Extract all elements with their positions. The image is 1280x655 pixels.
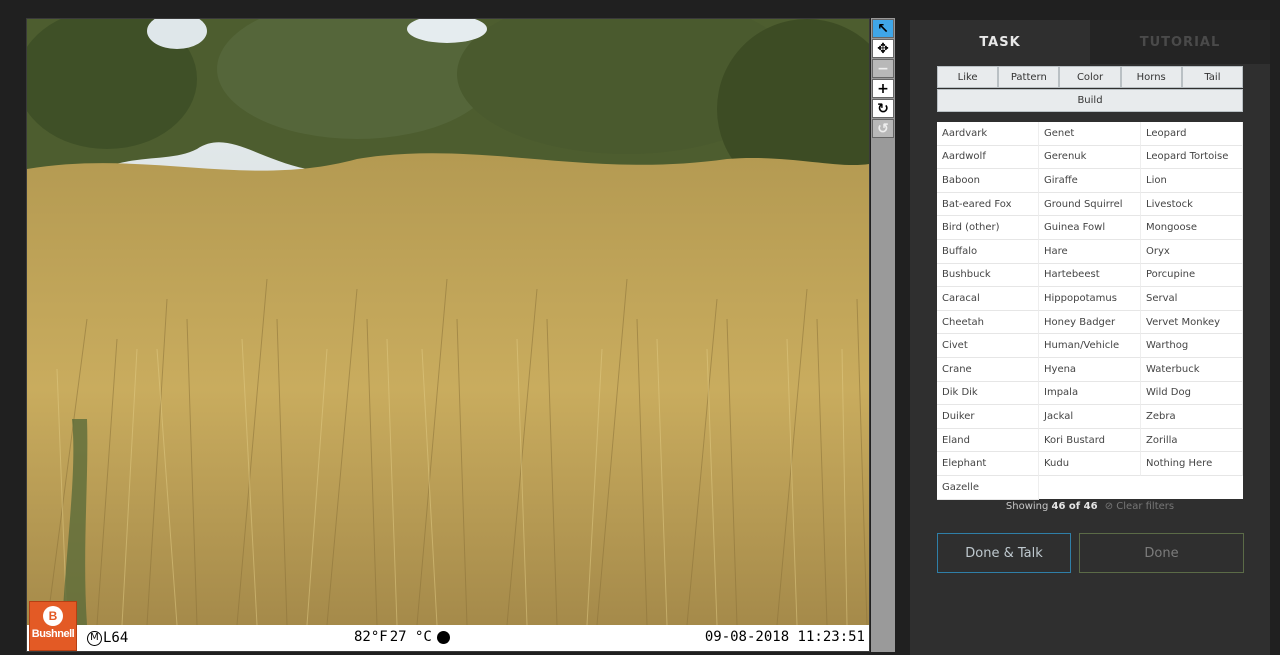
filter-like[interactable]: Like [937, 66, 999, 88]
species-item[interactable]: Buffalo [937, 239, 1039, 264]
species-item[interactable]: Gazelle [937, 475, 1039, 500]
species-item[interactable]: Duiker [937, 405, 1039, 429]
clear-filters-label: Clear filters [1116, 501, 1175, 512]
task-panel: TASK TUTORIAL Like Pattern Color Horns T… [910, 20, 1270, 655]
species-item[interactable]: Guinea Fowl [1039, 216, 1141, 240]
species-item[interactable]: Bat-eared Fox [937, 192, 1039, 217]
zoom-in-icon[interactable]: + [872, 79, 894, 98]
species-list: Aardvark Genet Leopard Aardwolf Gerenuk Leopa… [937, 122, 1243, 500]
species-item[interactable]: Kudu [1039, 452, 1141, 476]
filter-color[interactable]: Color [1059, 66, 1121, 88]
species-item[interactable]: Crane [937, 357, 1039, 382]
filter-status: Showing 46 of 46 ⊘ Clear filters [937, 501, 1243, 512]
status-dot-icon [436, 630, 450, 644]
species-item[interactable]: Nothing Here [1141, 452, 1243, 476]
species-item[interactable]: Hyena [1039, 357, 1141, 382]
species-item[interactable]: Ground Squirrel [1039, 192, 1141, 217]
timestamp: 09-08-2018 11:23:51 [704, 629, 865, 645]
species-item[interactable]: Kori Bustard [1039, 428, 1141, 453]
species-item[interactable]: Elephant [937, 452, 1039, 476]
temp-celsius: 27 °C [389, 629, 432, 645]
viewer-toolbar: ↖ ✥ − + ↻ ↺ [871, 18, 895, 652]
species-item[interactable]: Waterbuck [1141, 357, 1243, 382]
bushnell-emblem-icon: B [43, 606, 63, 626]
species-item[interactable]: Lion [1141, 169, 1243, 193]
species-item[interactable]: Aardwolf [937, 145, 1039, 170]
tab-tutorial[interactable]: TUTORIAL [1090, 20, 1270, 64]
species-item[interactable]: Bird (other) [937, 216, 1039, 240]
camera-info-bar: B Bushnell M L64 82°F 27 °C 09-08-2018 1… [27, 601, 869, 651]
pointer-icon[interactable]: ↖ [872, 19, 894, 38]
showing-count: 46 of 46 [1051, 501, 1098, 512]
species-item[interactable]: Dik Dik [937, 381, 1039, 406]
species-item[interactable]: Hartebeest [1039, 263, 1141, 288]
species-item[interactable]: Wild Dog [1141, 381, 1243, 406]
temperature: 82°F 27 °C [354, 629, 450, 645]
tab-task[interactable]: TASK [910, 20, 1090, 64]
species-item[interactable]: Eland [937, 428, 1039, 453]
species-item[interactable]: Vervet Monkey [1141, 310, 1243, 335]
reset-icon[interactable]: ↺ [872, 119, 894, 138]
filter-horns[interactable]: Horns [1120, 66, 1182, 88]
action-buttons: Done & Talk Done [937, 533, 1244, 573]
species-item[interactable]: Human/Vehicle [1039, 334, 1141, 358]
panel-tabs: TASK TUTORIAL [910, 20, 1270, 64]
species-item[interactable]: Civet [937, 334, 1039, 358]
species-item[interactable]: Giraffe [1039, 169, 1141, 193]
done-button[interactable]: Done [1079, 533, 1244, 573]
species-item[interactable]: Leopard Tortoise [1141, 145, 1243, 170]
species-item[interactable]: Cheetah [937, 310, 1039, 335]
filter-pattern[interactable]: Pattern [998, 66, 1060, 88]
species-item[interactable]: Honey Badger [1039, 310, 1141, 335]
species-item[interactable]: Warthog [1141, 334, 1243, 358]
species-grid: Aardvark Genet Leopard Aardwolf Gerenuk Leopa… [937, 122, 1243, 500]
species-item[interactable]: Livestock [1141, 192, 1243, 217]
temp-fahrenheit: 82°F [354, 629, 388, 645]
species-item[interactable]: Bushbuck [937, 263, 1039, 288]
filter-row: Like Pattern Color Horns Tail [937, 66, 1244, 88]
species-item[interactable]: Jackal [1039, 405, 1141, 429]
clear-filters-link[interactable]: ⊘ Clear filters [1105, 501, 1174, 512]
bushnell-logo: B Bushnell [29, 601, 77, 651]
moon-phase: M L64 [87, 630, 128, 646]
species-item[interactable]: Baboon [937, 169, 1039, 193]
species-item[interactable]: Leopard [1141, 122, 1243, 146]
species-item[interactable]: Hippopotamus [1039, 287, 1141, 311]
species-item[interactable]: Genet [1039, 122, 1141, 146]
species-item[interactable]: Gerenuk [1039, 145, 1141, 170]
pan-icon[interactable]: ✥ [872, 39, 894, 58]
species-item[interactable]: Zorilla [1141, 428, 1243, 453]
camera-trap-photo[interactable] [27, 19, 869, 625]
filter-build-row: Build [937, 89, 1243, 112]
species-item[interactable]: Mongoose [1141, 216, 1243, 240]
filter-bar: Like Pattern Color Horns Tail Build [937, 66, 1244, 112]
moon-icon: M [87, 630, 102, 646]
species-item[interactable]: Caracal [937, 287, 1039, 311]
species-item[interactable]: Porcupine [1141, 263, 1243, 288]
classifier-page: B Bushnell M L64 82°F 27 °C 09-08-2018 1… [0, 0, 1280, 655]
species-item[interactable]: Impala [1039, 381, 1141, 406]
brand-name: Bushnell [31, 628, 75, 640]
species-item[interactable]: Zebra [1141, 405, 1243, 429]
zoom-out-icon[interactable]: − [872, 59, 894, 78]
species-item[interactable]: Hare [1039, 239, 1141, 264]
done-and-talk-button[interactable]: Done & Talk [937, 533, 1071, 573]
species-item[interactable]: Aardvark [937, 122, 1039, 146]
rotate-icon[interactable]: ↻ [872, 99, 894, 118]
moon-label: L64 [103, 630, 129, 646]
image-viewer[interactable]: B Bushnell M L64 82°F 27 °C 09-08-2018 1… [26, 18, 870, 652]
species-item[interactable]: Oryx [1141, 239, 1243, 264]
filter-build[interactable]: Build [937, 89, 1243, 112]
showing-prefix: Showing [1005, 501, 1049, 512]
species-item[interactable]: Serval [1141, 287, 1243, 311]
filter-tail[interactable]: Tail [1181, 66, 1244, 88]
